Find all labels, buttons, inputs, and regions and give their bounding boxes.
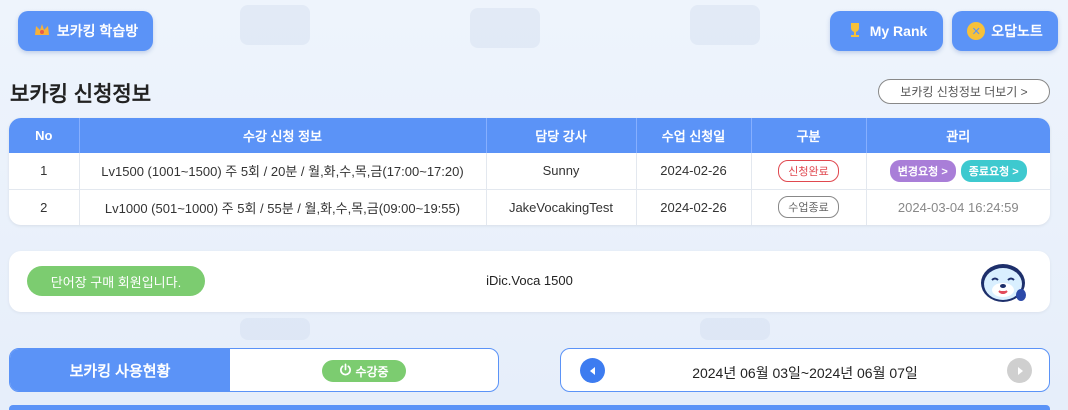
column-header: No	[9, 118, 80, 153]
date-range-text: 2024년 06월 03일~2024년 06월 07일	[692, 365, 918, 381]
study-room-label: 보카킹 학습방	[56, 23, 139, 39]
course-info: Lv1500 (1001~1500) 주 5회 / 20분 / 월,화,수,목,…	[79, 153, 487, 189]
background-decoration	[690, 5, 760, 45]
chevron-right-icon	[1017, 366, 1023, 375]
mascot-icon	[977, 259, 1029, 305]
wrong-note-label: 오답노트	[991, 23, 1043, 39]
trophy-icon	[846, 21, 864, 42]
my-rank-label: My Rank	[869, 23, 928, 39]
background-decoration	[240, 5, 310, 45]
voca-book-name: iDic.Voca 1500	[486, 273, 573, 288]
application-table: No 수강 신청 정보 담당 강사 수업 신청일 구분 관리 1 Lv1500 …	[9, 118, 1050, 225]
row-number: 1	[9, 153, 80, 189]
background-decoration	[700, 318, 770, 340]
page-title: 보카킹 신청정보	[10, 83, 152, 106]
bottom-panel-edge	[9, 405, 1050, 410]
column-header: 관리	[946, 129, 971, 144]
actions-cell: 변경요청 > 종료요청 >	[866, 153, 1050, 189]
usage-status-text: 수강중	[355, 364, 389, 379]
power-icon	[339, 363, 352, 379]
row-number: 2	[9, 189, 80, 225]
change-request-button[interactable]: 변경요청 >	[889, 159, 956, 182]
application-date: 2024-02-26	[636, 153, 752, 189]
end-request-button[interactable]: 종료요청 >	[960, 159, 1027, 182]
course-info: Lv1000 (501~1000) 주 5회 / 55분 / 월,화,수,목,금…	[79, 189, 487, 225]
member-info-box: 단어장 구매 회원입니다. iDic.Voca 1500	[9, 251, 1050, 312]
my-rank-button[interactable]: My Rank	[830, 11, 943, 51]
column-header: 담당 강사	[486, 118, 637, 153]
status-cell: 신청완료	[751, 153, 867, 189]
table-row: 1 Lv1500 (1001~1500) 주 5회 / 20분 / 월,화,수,…	[9, 153, 1050, 189]
study-room-button[interactable]: 보카킹 학습방	[18, 11, 153, 51]
usage-status-box: 보카킹 사용현황 수강중	[9, 348, 499, 392]
table-row: 2 Lv1000 (501~1000) 주 5회 / 55분 / 월,화,수,목…	[9, 189, 1050, 225]
application-date: 2024-02-26	[636, 189, 752, 225]
background-decoration	[470, 8, 540, 48]
date-range-box: 2024년 06월 03일~2024년 06월 07일	[560, 348, 1050, 392]
crown-icon	[33, 21, 51, 42]
close-circle-icon: ✕	[967, 22, 986, 40]
background-decoration	[240, 318, 310, 340]
column-header: 수업 신청일	[636, 118, 752, 153]
next-week-button[interactable]	[1007, 358, 1032, 383]
more-info-button[interactable]: 보카킹 신청정보 더보기 >	[878, 79, 1050, 104]
ended-at: 2024-03-04 16:24:59	[897, 199, 1019, 215]
column-header: 구분	[751, 118, 867, 153]
usage-label: 보카킹 사용현황	[10, 349, 230, 391]
status-cell: 수업종료	[751, 189, 867, 225]
status-badge: 신청완료	[778, 159, 839, 182]
usage-status-badge: 수강중	[322, 360, 406, 382]
wrong-note-button[interactable]: ✕ 오답노트	[952, 11, 1058, 51]
column-header: 수강 신청 정보	[79, 118, 487, 153]
table-header-row: No 수강 신청 정보 담당 강사 수업 신청일 구분 관리	[9, 118, 1050, 153]
teacher-name: JakeVocakingTest	[486, 189, 637, 225]
status-badge: 수업종료	[778, 196, 839, 219]
teacher-name: Sunny	[486, 153, 637, 189]
